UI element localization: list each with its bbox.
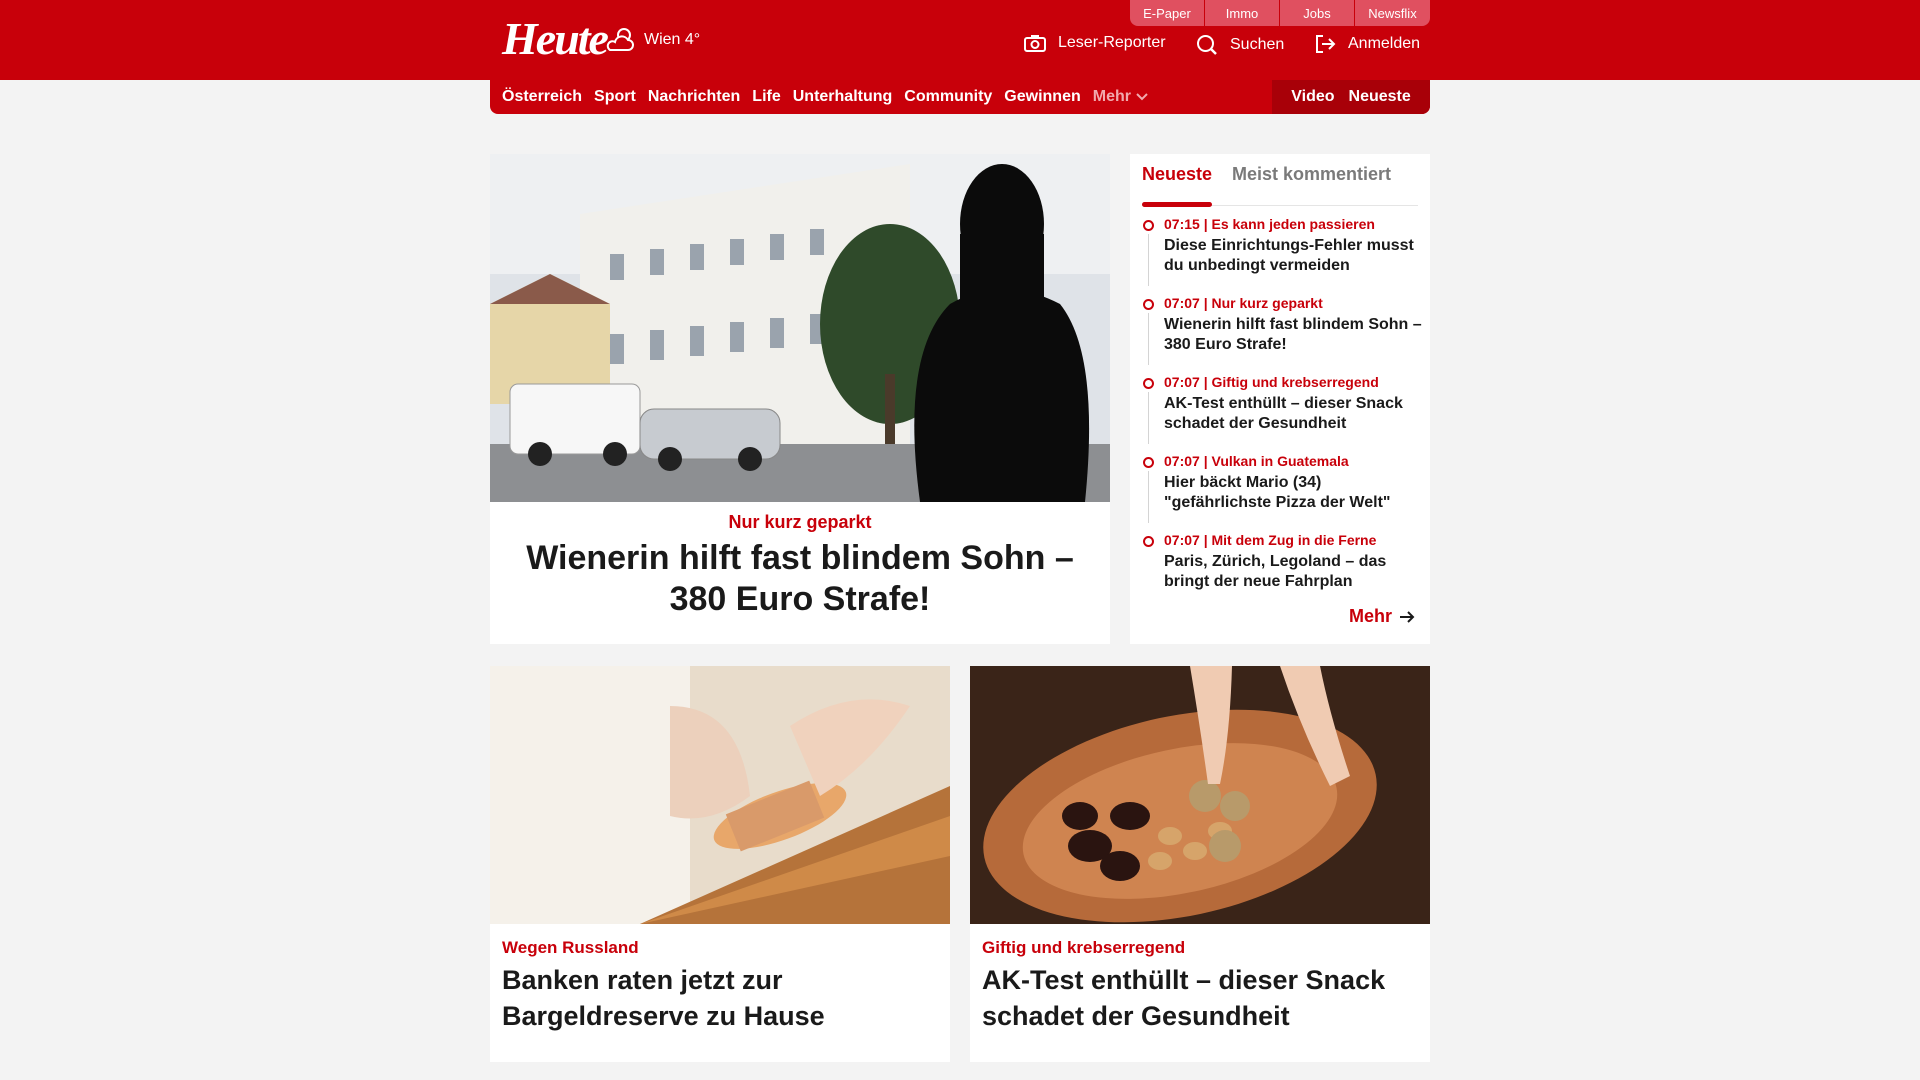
sidebar-tabs: Neueste Meist kommentiert xyxy=(1142,164,1418,207)
article-image-snack[interactable] xyxy=(970,666,1430,924)
nav-item-life[interactable]: Life xyxy=(752,88,780,106)
search-label: Suchen xyxy=(1230,36,1285,53)
list-item[interactable]: 07:07 | Mit dem Zug in die Ferne Paris, … xyxy=(1142,532,1422,611)
hero-kicker: Nur kurz geparkt xyxy=(728,512,872,532)
more-link-label: Mehr xyxy=(1348,606,1392,626)
article-kicker: Giftig und krebserregend xyxy=(982,938,1186,957)
list-item-meta: 07:15 | Es kann jeden passieren xyxy=(1164,216,1375,232)
nav-more-dropdown[interactable]: Mehr xyxy=(1093,88,1149,106)
list-item[interactable]: 07:15 | Es kann jeden passieren Diese Ei… xyxy=(1142,216,1422,295)
leser-reporter-label: Leser-Reporter xyxy=(1058,34,1166,51)
arrow-right-icon xyxy=(1400,610,1415,623)
login-button[interactable]: Anmelden xyxy=(1314,34,1420,54)
list-item-title[interactable]: Diese Einrichtungs-Fehler musst du unbed… xyxy=(1164,236,1422,276)
more-link[interactable]: Mehr xyxy=(1349,606,1416,627)
heute-logo[interactable]: Heute xyxy=(502,12,609,65)
article-kicker: Wegen Russland xyxy=(502,938,639,957)
top-links: E-Paper Immo Jobs Newsflix xyxy=(1130,0,1430,26)
article-card[interactable]: Giftig und krebserregend AK-Test enthüll… xyxy=(970,666,1430,1062)
list-item[interactable]: 07:07 | Vulkan in Guatemala Hier bäckt M… xyxy=(1142,453,1422,532)
hero-title[interactable]: Wienerin hilft fast blindem Sohn – 380 E… xyxy=(500,538,1100,620)
timeline-line xyxy=(1148,471,1149,523)
main-nav: Österreich Sport Nachrichten Life Unterh… xyxy=(490,80,1430,114)
leser-reporter-button[interactable]: Leser-Reporter xyxy=(1024,34,1166,52)
top-link-immo[interactable]: Immo xyxy=(1205,0,1280,26)
top-link-newsflix[interactable]: Newsflix xyxy=(1355,0,1430,26)
weather-widget[interactable]: Wien 4° xyxy=(604,26,700,54)
timeline-dot-icon xyxy=(1143,536,1154,547)
nav-right-group: Video Neueste xyxy=(1272,80,1430,114)
nav-item-neueste[interactable]: Neueste xyxy=(1349,88,1411,106)
article-image-money[interactable] xyxy=(490,666,950,924)
list-item-meta: 07:07 | Nur kurz geparkt xyxy=(1164,295,1323,311)
list-item-meta: 07:07 | Mit dem Zug in die Ferne xyxy=(1164,532,1377,548)
cloud-sun-icon xyxy=(606,28,634,51)
timeline-dot-icon xyxy=(1143,299,1154,310)
news-timeline: 07:15 | Es kann jeden passieren Diese Ei… xyxy=(1142,216,1422,611)
camera-icon xyxy=(1024,35,1046,52)
weather-text: Wien 4° xyxy=(644,31,701,48)
search-icon xyxy=(1197,35,1217,55)
header-bar xyxy=(0,0,1920,80)
list-item-title[interactable]: Hier bäckt Mario (34) "gefährlichste Piz… xyxy=(1164,473,1422,513)
nav-item-sport[interactable]: Sport xyxy=(594,88,636,106)
nav-item-video[interactable]: Video xyxy=(1291,88,1334,106)
list-item[interactable]: 07:07 | Nur kurz geparkt Wienerin hilft … xyxy=(1142,295,1422,374)
login-icon xyxy=(1316,35,1336,53)
nav-item-nachrichten[interactable]: Nachrichten xyxy=(648,88,740,106)
timeline-line xyxy=(1148,313,1149,365)
list-item-title[interactable]: Paris, Zürich, Legoland – das bringt der… xyxy=(1164,552,1422,592)
news-sidebar: Neueste Meist kommentiert 07:15 | Es kan… xyxy=(1130,154,1430,644)
article-title[interactable]: Banken raten jetzt zur Bargeldreserve zu… xyxy=(502,962,938,1034)
chevron-down-icon xyxy=(1136,93,1148,101)
tab-meist-kommentiert[interactable]: Meist kommentiert xyxy=(1232,164,1391,185)
list-item-meta: 07:07 | Giftig und krebserregend xyxy=(1164,374,1379,390)
nav-more-label: Mehr xyxy=(1092,88,1131,105)
nav-item-unterhaltung[interactable]: Unterhaltung xyxy=(793,88,893,106)
timeline-dot-icon xyxy=(1143,220,1154,231)
top-link-jobs[interactable]: Jobs xyxy=(1280,0,1355,26)
tab-neueste[interactable]: Neueste xyxy=(1142,164,1212,185)
article-card[interactable]: Wegen Russland Banken raten jetzt zur Ba… xyxy=(490,666,950,1062)
hero-article[interactable]: Nur kurz geparkt Wienerin hilft fast bli… xyxy=(490,154,1110,644)
login-label: Anmelden xyxy=(1348,35,1421,52)
active-tab-indicator xyxy=(1142,202,1212,207)
timeline-line xyxy=(1148,392,1149,444)
nav-item-community[interactable]: Community xyxy=(904,88,992,106)
timeline-dot-icon xyxy=(1143,378,1154,389)
hero-image[interactable] xyxy=(490,154,1110,502)
nav-item-oesterreich[interactable]: Österreich xyxy=(502,88,582,106)
article-title[interactable]: AK-Test enthüllt – dieser Snack schadet … xyxy=(982,962,1418,1034)
nav-item-gewinnen[interactable]: Gewinnen xyxy=(1004,88,1080,106)
top-link-epaper[interactable]: E-Paper xyxy=(1130,0,1205,26)
list-item[interactable]: 07:07 | Giftig und krebserregend AK-Test… xyxy=(1142,374,1422,453)
search-button[interactable]: Suchen xyxy=(1196,34,1284,56)
timeline-dot-icon xyxy=(1143,457,1154,468)
list-item-title[interactable]: AK-Test enthüllt – dieser Snack schadet … xyxy=(1164,394,1422,434)
list-item-title[interactable]: Wienerin hilft fast blindem Sohn – 380 E… xyxy=(1164,315,1422,355)
timeline-line xyxy=(1148,234,1149,286)
list-item-meta: 07:07 | Vulkan in Guatemala xyxy=(1164,453,1349,469)
